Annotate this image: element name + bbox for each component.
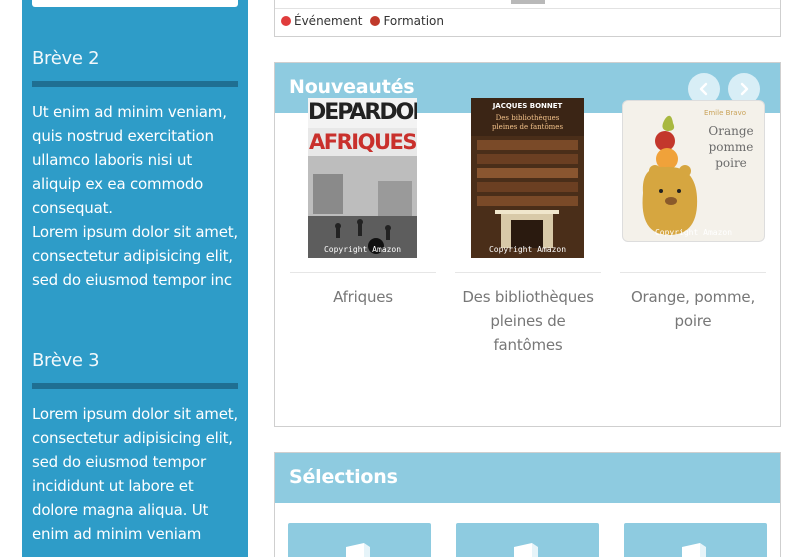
panel-header: Sélections — [275, 453, 780, 503]
divider — [32, 81, 238, 87]
book-title[interactable]: Des bibliothèques pleines de fantômes — [455, 285, 601, 357]
book-icon — [514, 543, 538, 557]
chevron-left-icon — [699, 82, 708, 96]
calendar-widget: Événement Formation — [274, 0, 781, 37]
sidebar: Brève 2 Ut enim ad minim veniam, quis no… — [22, 0, 248, 557]
breve-text: Lorem ipsum dolor sit amet, consectetur … — [32, 405, 238, 543]
cover-title-text: AFRIQUES — [308, 128, 417, 156]
book-cover-area[interactable]: Emile Bravo Orange pomme poire Copyright… — [620, 98, 766, 273]
cover-illustration — [642, 115, 698, 235]
breve-title: Brève 2 — [32, 48, 100, 69]
cover-photo — [471, 136, 584, 258]
book-card-orange-pomme-poire[interactable]: Emile Bravo Orange pomme poire Copyright… — [620, 98, 766, 333]
selection-card[interactable] — [624, 523, 767, 557]
cover-photo — [308, 156, 417, 258]
legend-item-formation: Formation — [370, 14, 444, 28]
book-icon — [346, 543, 370, 557]
breve-3: Brève 3 Lorem ipsum dolor sit amet, cons… — [32, 350, 238, 546]
selection-card[interactable] — [456, 523, 599, 557]
book-title[interactable]: Afriques — [290, 285, 436, 309]
breve-text: Lorem ipsum dolor sit amet, consectetur … — [32, 223, 238, 289]
calendar-legend: Événement Formation — [281, 14, 452, 28]
calendar-row-divider — [275, 8, 780, 9]
divider — [32, 383, 238, 389]
breve-2: Brève 2 Ut enim ad minim veniam, quis no… — [32, 48, 238, 292]
cover-author-text: JACQUES BONNET — [492, 102, 563, 110]
panel-title: Nouveautés — [289, 76, 415, 98]
cover-copyright: Copyright Amazon — [323, 245, 402, 254]
cover-title-text: Des bibliothèques pleines de fantômes — [491, 114, 564, 131]
cover-author-text: DEPARDON — [308, 98, 417, 128]
legend-item-evenement: Événement — [281, 14, 362, 28]
sidebar-top-input[interactable] — [32, 0, 238, 7]
cover-copyright: Copyright Amazon — [654, 228, 733, 237]
cover-copyright: Copyright Amazon — [488, 245, 567, 254]
book-cover-area[interactable]: JACQUES BONNET Des bibliothèques pleines… — [455, 98, 601, 273]
calendar-cell[interactable] — [511, 0, 545, 4]
selection-card[interactable] — [288, 523, 431, 557]
formation-dot-icon — [370, 16, 381, 26]
legend-label: Événement — [294, 14, 363, 28]
event-dot-icon — [281, 16, 291, 26]
chevron-right-icon — [740, 82, 749, 96]
book-card-bibliotheques[interactable]: JACQUES BONNET Des bibliothèques pleines… — [455, 98, 601, 357]
book-title[interactable]: Orange, pomme, poire — [620, 285, 766, 333]
breve-title: Brève 3 — [32, 350, 100, 371]
book-icon — [682, 543, 706, 557]
nouveautes-panel: Nouveautés DEPARDON AFRIQUES Copyright A… — [274, 62, 781, 427]
book-cover-image[interactable]: Emile Bravo Orange pomme poire Copyright… — [622, 100, 765, 242]
breve-text: Ut enim ad minim veniam, quis nostrud ex… — [32, 103, 227, 217]
legend-label: Formation — [383, 14, 445, 28]
book-card-afriques[interactable]: DEPARDON AFRIQUES Copyright Amazon Afriq… — [290, 98, 436, 309]
book-cover-image[interactable]: DEPARDON AFRIQUES Copyright Amazon — [308, 98, 417, 258]
selections-panel: Sélections — [274, 452, 781, 557]
book-cover-image[interactable]: JACQUES BONNET Des bibliothèques pleines… — [471, 98, 584, 258]
panel-title: Sélections — [289, 466, 398, 488]
book-cover-area[interactable]: DEPARDON AFRIQUES Copyright Amazon — [290, 98, 436, 273]
